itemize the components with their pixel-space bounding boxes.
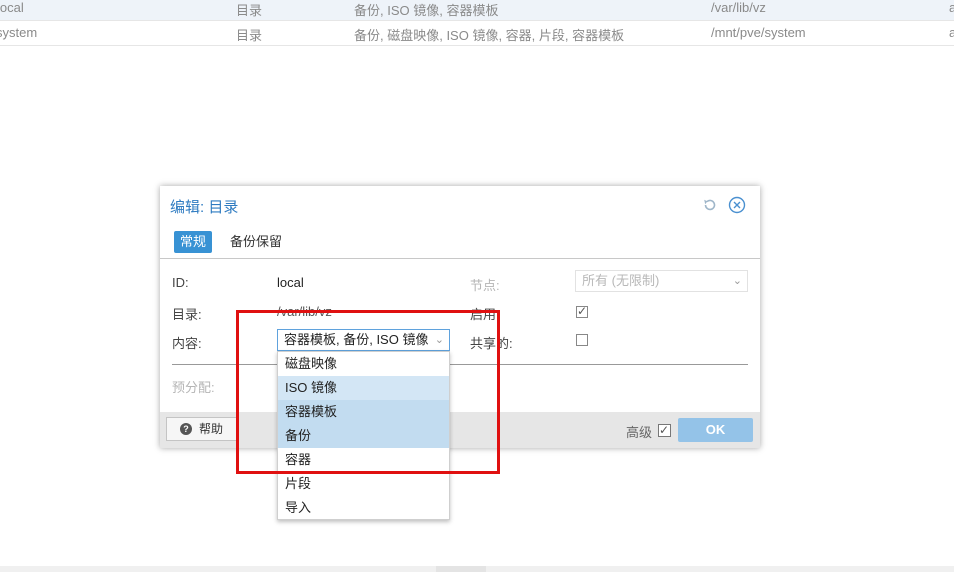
- close-icon[interactable]: [728, 196, 746, 214]
- horizontal-scrollbar[interactable]: [0, 566, 954, 572]
- id-label: ID:: [172, 275, 189, 290]
- shared-label: 共享的:: [470, 336, 513, 351]
- help-label: 帮助: [199, 422, 224, 436]
- content-label: 内容:: [172, 336, 202, 351]
- chevron-down-icon[interactable]: ⌄: [435, 330, 444, 350]
- shared-checkbox[interactable]: [576, 334, 588, 346]
- directory-label: 目录:: [172, 307, 202, 322]
- enable-checkbox[interactable]: ✓: [576, 304, 588, 318]
- node-select-value: 所有 (无限制): [582, 273, 660, 288]
- storage-content: 备份, ISO 镜像, 容器模板: [354, 3, 499, 18]
- content-select[interactable]: 容器模板, 备份, ISO 镜像 ⌄: [277, 329, 450, 351]
- option-iso-image[interactable]: ISO 镜像: [278, 376, 449, 400]
- node-select: 所有 (无限制) ⌄: [575, 270, 748, 292]
- tab-general[interactable]: 常规: [174, 231, 213, 253]
- question-icon: ?: [180, 423, 192, 435]
- edit-directory-dialog: 编辑: 目录 常规 备份保留 ID: local 目录: /var/lib/vz…: [160, 186, 760, 448]
- content-dropdown-list: 磁盘映像 ISO 镜像 容器模板 备份 容器 片段 导入: [277, 351, 450, 520]
- tab-backup-retention[interactable]: 备份保留: [224, 231, 288, 253]
- option-container-template[interactable]: 容器模板: [278, 400, 449, 424]
- storage-id: system: [0, 25, 38, 40]
- dialog-title: 编辑: 目录: [170, 199, 239, 216]
- chevron-down-icon: ⌄: [732, 275, 742, 287]
- check-icon: ✓: [659, 423, 670, 437]
- check-icon: ✓: [577, 304, 588, 318]
- section-divider: [172, 364, 748, 365]
- storage-type: 目录: [236, 3, 263, 18]
- ok-button[interactable]: OK: [678, 418, 753, 442]
- scrollbar-thumb[interactable]: [436, 566, 486, 572]
- option-container[interactable]: 容器: [278, 448, 449, 472]
- option-backup[interactable]: 备份: [278, 424, 449, 448]
- storage-type: 目录: [236, 28, 263, 43]
- option-disk-image[interactable]: 磁盘映像: [278, 352, 449, 376]
- storage-row-system[interactable]: system 目录 备份, 磁盘映像, ISO 镜像, 容器, 片段, 容器模板…: [0, 22, 954, 46]
- id-value: local: [277, 275, 304, 290]
- option-import[interactable]: 导入: [278, 496, 449, 520]
- storage-path: /mnt/pve/system: [711, 25, 806, 40]
- reset-icon[interactable]: [702, 197, 718, 213]
- enable-label: 启用:: [470, 307, 500, 322]
- storage-path: /var/lib/vz: [711, 0, 766, 15]
- dialog-footer: ? 帮助 高级 ✓ OK: [160, 412, 760, 448]
- storage-extra: a: [949, 0, 954, 15]
- node-label: 节点:: [470, 278, 500, 293]
- advanced-checkbox[interactable]: ✓: [658, 423, 671, 437]
- tab-bar: 常规 备份保留: [160, 228, 760, 259]
- directory-value: /var/lib/vz: [277, 304, 332, 319]
- help-button[interactable]: ? 帮助: [166, 417, 238, 441]
- storage-row-local[interactable]: local 目录 备份, ISO 镜像, 容器模板 /var/lib/vz a: [0, 0, 954, 21]
- option-snippets[interactable]: 片段: [278, 472, 449, 496]
- content-select-value: 容器模板, 备份, ISO 镜像: [284, 332, 429, 347]
- storage-extra: a: [949, 25, 954, 40]
- storage-id: local: [0, 0, 24, 15]
- advanced-label: 高级: [626, 425, 653, 440]
- preallocation-label: 预分配:: [172, 380, 215, 395]
- storage-content: 备份, 磁盘映像, ISO 镜像, 容器, 片段, 容器模板: [354, 28, 625, 43]
